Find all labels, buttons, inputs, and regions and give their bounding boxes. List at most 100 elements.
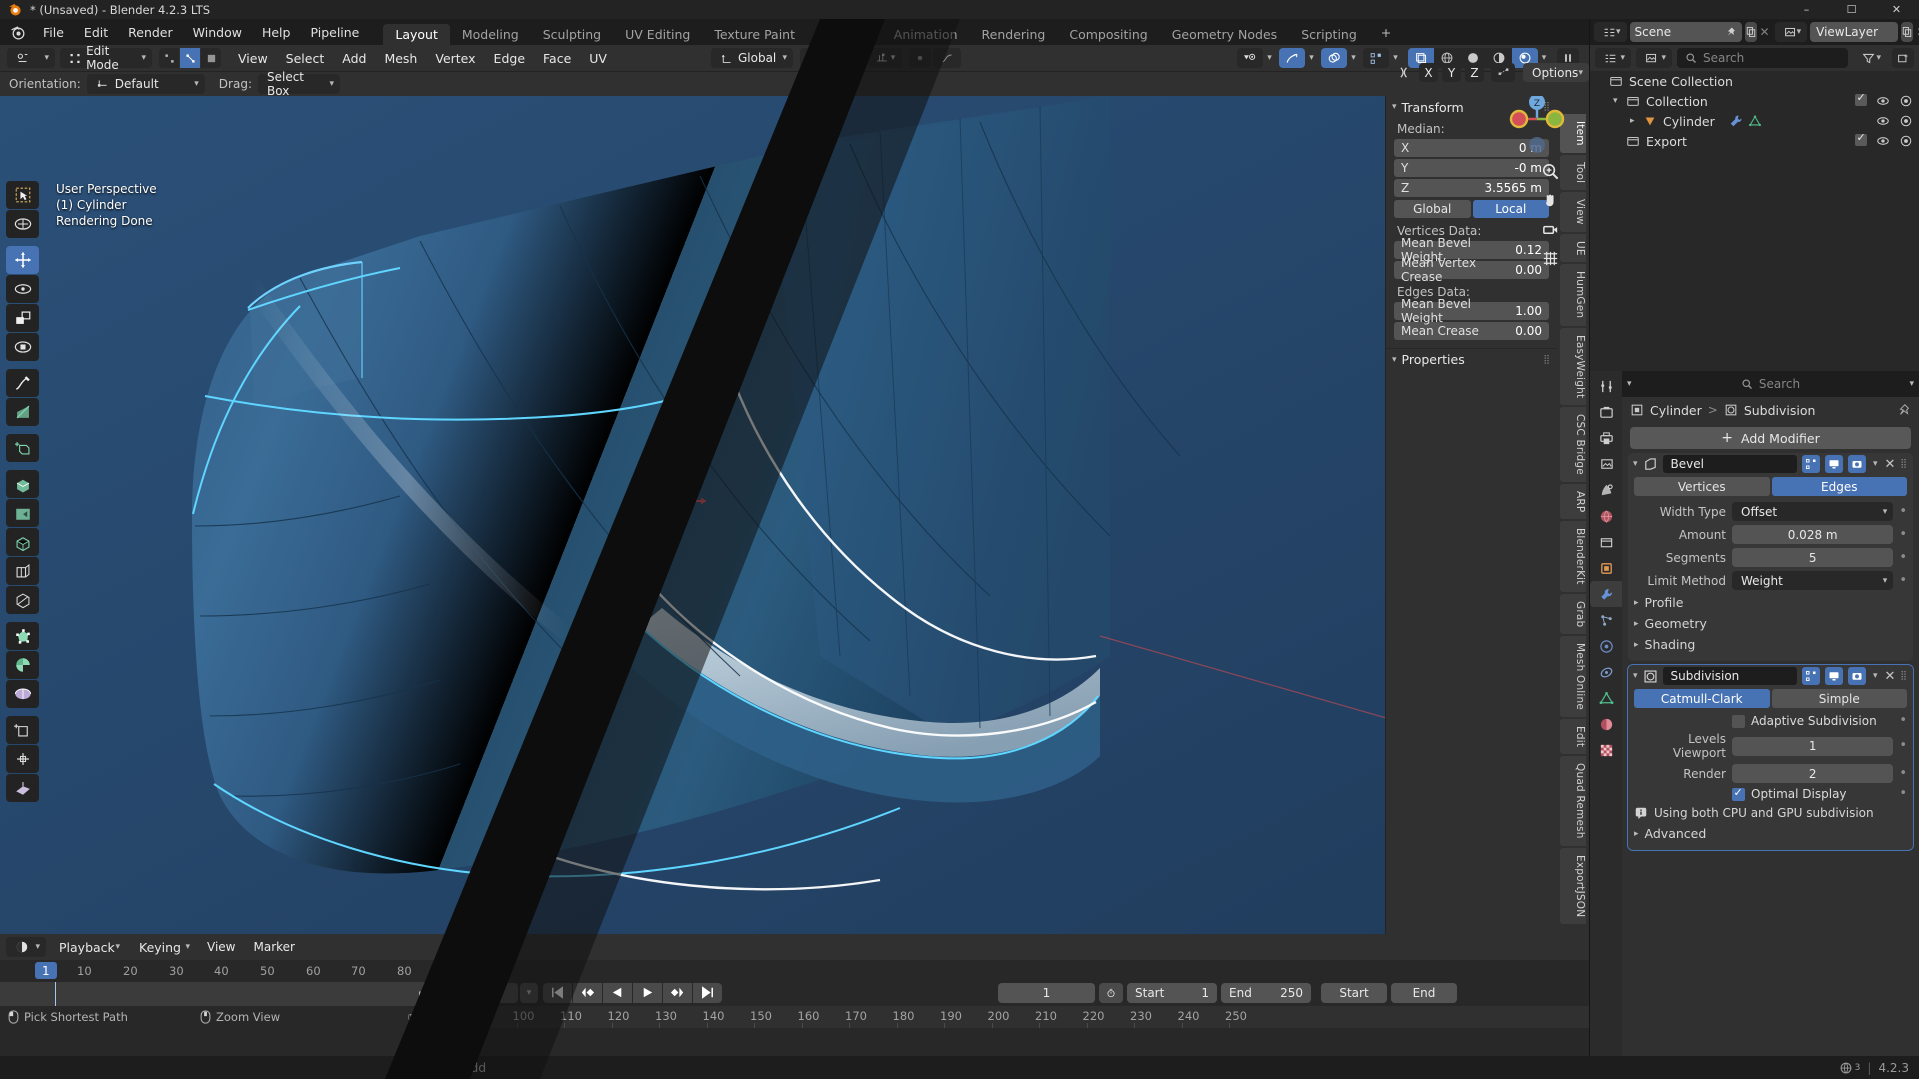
modifier-show-in-editmode[interactable] [1801, 667, 1820, 685]
modifier-drag-handle[interactable]: ⣿ [1900, 459, 1908, 469]
outliner-row-collection[interactable]: ▾ Collection ✓ [1590, 91, 1919, 111]
workspace-tab-modeling[interactable]: Modeling [450, 24, 531, 45]
extrude-region-tool[interactable] [6, 470, 39, 498]
new-viewlayer-button[interactable] [1901, 22, 1914, 42]
play-icon[interactable] [633, 982, 662, 1003]
edge-select-mode[interactable] [180, 48, 200, 68]
viewlayer-selector[interactable]: ViewLayer [1810, 22, 1899, 42]
mirror-x-toggle[interactable]: X [1419, 63, 1438, 82]
3d-viewport[interactable]: User Perspective (1) Cylinder Rendering … [0, 96, 1589, 934]
breadcrumb[interactable]: Cylinder > Subdivision [1622, 397, 1919, 423]
modifier-expand-chevron[interactable]: ▾ [1633, 459, 1638, 469]
field-amount[interactable]: Amount 0.028 m • [1628, 523, 1913, 546]
tab-render[interactable] [1590, 399, 1622, 425]
autokey-options[interactable]: ▾ [520, 982, 538, 1003]
animate-dot[interactable]: • [1899, 767, 1907, 780]
visibility-icon-btn[interactable] [1237, 48, 1263, 68]
hide-in-viewport-icon[interactable] [1876, 134, 1890, 148]
disable-in-render-icon[interactable] [1899, 114, 1913, 128]
properties-editor-type-chevron[interactable]: ▾ [1627, 379, 1632, 389]
section-advanced[interactable]: ▸ Advanced [1628, 823, 1913, 844]
modifier-stack[interactable]: ▾ Bevel ▾ ✕ ⣿ Vertices Edges Width Type Offset ▾ •… [1622, 453, 1919, 851]
timeline-header[interactable]: ▾ Playback ▾ Keying ▾ View Marker [0, 934, 1589, 960]
viewport-menu-vertex[interactable]: Vertex [426, 48, 484, 68]
workspace-tab-geometry-nodes[interactable]: Geometry Nodes [1160, 24, 1289, 45]
new-scene-button[interactable] [1744, 22, 1757, 42]
tab-output[interactable] [1590, 425, 1622, 451]
viewport-menu-edge[interactable]: Edge [485, 48, 534, 68]
tab-object[interactable] [1590, 555, 1622, 581]
maximize-button[interactable]: ☐ [1829, 0, 1874, 19]
modifier-mode-buttons[interactable]: Catmull-Clark Simple [1634, 689, 1907, 708]
face-select-mode[interactable] [201, 48, 221, 68]
transform-tool[interactable] [6, 333, 39, 361]
xray-toggle[interactable] [1363, 48, 1389, 68]
tab-viewlayer[interactable] [1590, 451, 1622, 477]
tab-modifiers[interactable] [1590, 581, 1622, 607]
properties-options-chevron[interactable]: ▾ [1909, 379, 1914, 389]
row-checkbox[interactable]: ✓ [1855, 131, 1867, 149]
interaction-mode-selector[interactable]: Edit Mode ▾ [60, 44, 152, 72]
xray-shading-left-group[interactable] [908, 48, 961, 68]
modifier-extras-menu[interactable]: ▾ [1873, 671, 1878, 681]
viewlayer-icon-dd[interactable]: ▾ [1774, 22, 1808, 42]
workspace-tab-rendering[interactable]: Rendering [970, 24, 1058, 45]
sidebar-tab-csc-bridge[interactable]: CSC Bridge [1560, 406, 1586, 482]
animate-dot[interactable]: • [1899, 528, 1907, 541]
vertices-data-fields[interactable]: Mean Bevel Weight 0.12 Mean Vertex Crease 0… [1394, 236, 1549, 284]
breadcrumb-object[interactable]: Cylinder [1650, 403, 1702, 418]
field-width-type[interactable]: Width Type Offset ▾ • [1628, 500, 1913, 523]
modifier-name-field[interactable]: Subdivision [1662, 667, 1797, 685]
knife-tool[interactable] [6, 586, 39, 614]
modifier-show-in-render[interactable] [1847, 455, 1866, 473]
viewport-menus[interactable]: View Select Add Mesh Vertex Edge Face UV [229, 48, 616, 68]
mode-edges[interactable]: Edges [1771, 477, 1907, 496]
menu-pipeline[interactable]: Pipeline [300, 19, 369, 45]
jump-end-icon[interactable] [693, 982, 722, 1003]
falloff-curve-icon-btn[interactable] [932, 48, 961, 68]
properties-search-input[interactable]: Search [1637, 374, 1904, 394]
measure-tool[interactable] [6, 398, 39, 426]
properties-tab-column[interactable] [1590, 371, 1622, 1056]
viewport-toolbar[interactable] [6, 181, 39, 803]
animate-dot[interactable]: • [1899, 551, 1907, 564]
sidebar-tab-arp[interactable]: ARP [1560, 483, 1586, 520]
outliner-filter-header[interactable]: ▾ ▾ Search ▾ [1590, 45, 1919, 71]
modifier-header[interactable]: ▾ Bevel ▾ ✕ ⣿ [1628, 453, 1913, 475]
pin-icon[interactable] [1897, 403, 1911, 417]
workspace-tab-sculpting[interactable]: Sculpting [531, 24, 613, 45]
viewport-nav-buttons[interactable] [1537, 158, 1563, 274]
gizmo-toggle[interactable] [1279, 48, 1305, 68]
modifier-delete-button[interactable]: ✕ [1885, 457, 1896, 472]
ortho-grid-icon[interactable] [1537, 245, 1563, 271]
viewport-menu-uv[interactable]: UV [580, 48, 616, 68]
field-segments[interactable]: Segments 5 • [1628, 546, 1913, 569]
modifier-expand-chevron[interactable]: ▾ [1633, 671, 1638, 681]
workspace-tab-animation[interactable]: Animation [882, 24, 970, 45]
tab-collection[interactable] [1590, 529, 1622, 555]
set-end-button[interactable]: End [1391, 982, 1457, 1003]
outliner-tree[interactable]: Scene Collection ▾ Collection ✓ ▸ Cylinder Exp… [1590, 71, 1919, 151]
bevel-tool[interactable] [6, 528, 39, 556]
proportional-edit-group[interactable]: ▾ [844, 48, 902, 68]
viewport-menu-mesh[interactable]: Mesh [375, 48, 426, 68]
inset-faces-tool[interactable] [6, 499, 39, 527]
set-start-button[interactable]: Start [1321, 982, 1387, 1003]
panel-drag-handle-2[interactable]: ⣿ [1543, 355, 1551, 365]
breadcrumb-modifier[interactable]: Subdivision [1744, 403, 1816, 418]
viewport-menu-face[interactable]: Face [534, 48, 580, 68]
sidebar-tab-grab[interactable]: Grab [1560, 593, 1586, 635]
viewport-menu-select[interactable]: Select [277, 48, 334, 68]
timeline-view-menu[interactable]: View [200, 937, 242, 957]
disable-in-render-icon[interactable] [1899, 134, 1913, 148]
modifier-extras-menu[interactable]: ▾ [1873, 459, 1878, 469]
timeline-keying-menu[interactable]: Keying ▾ [130, 937, 196, 957]
outliner-editor-type[interactable]: ▾ [1594, 22, 1627, 42]
smooth-tool[interactable] [6, 680, 39, 708]
modifier-drag-handle[interactable]: ⣿ [1900, 671, 1908, 681]
modifier-mode-buttons[interactable]: Vertices Edges [1634, 477, 1907, 496]
add-cube-tool[interactable] [6, 434, 39, 462]
timeline-marker-menu[interactable]: Marker [246, 937, 301, 957]
topbar-menu[interactable]: File Edit Render Window Help Pipeline [33, 19, 369, 45]
prev-keyframe-icon[interactable] [573, 982, 602, 1003]
